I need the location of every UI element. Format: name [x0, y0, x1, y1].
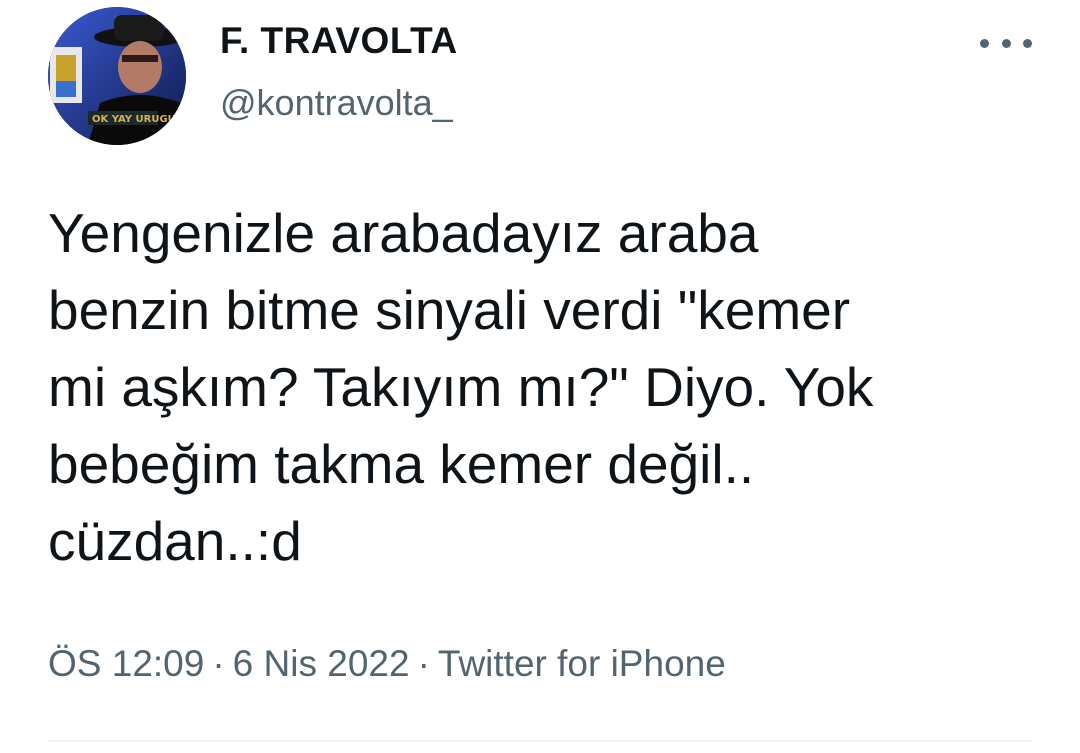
more-dots-icon	[1023, 38, 1032, 48]
avatar[interactable]: OK YAY URUGU	[48, 7, 186, 145]
tweet-text-line: mi aşkım? Takıyım mı?" Diyo. Yok	[48, 356, 874, 418]
tweet-text: Yengenizle arabadayız araba benzin bitme…	[48, 195, 1048, 580]
tweet-source-link[interactable]: Twitter for iPhone	[438, 643, 726, 684]
author-handle[interactable]: @kontravolta_	[220, 82, 453, 124]
meta-separator: ·	[212, 643, 225, 684]
svg-text:OK YAY URUGU: OK YAY URUGU	[92, 114, 176, 125]
tweet-date-link[interactable]: 6 Nis 2022	[233, 643, 410, 684]
tweet-time-link[interactable]: ÖS 12:09	[48, 643, 204, 684]
more-options-button[interactable]	[980, 28, 1032, 58]
tweet-text-line: Yengenizle arabadayız araba	[48, 202, 759, 264]
tweet-text-line: bebeğim takma kemer değil..	[48, 433, 755, 495]
meta-separator: ·	[417, 643, 430, 684]
avatar-image: OK YAY URUGU	[48, 7, 186, 145]
more-dots-icon	[1001, 38, 1011, 48]
divider	[48, 740, 1032, 742]
author-display-name[interactable]: F. TRAVOLTA	[220, 20, 458, 62]
more-dots-icon	[980, 38, 989, 48]
tweet: OK YAY URUGU F. TRAVOLTA @kontravolta_ Y…	[0, 0, 1080, 753]
tweet-meta: ÖS 12:09 · 6 Nis 2022 · Twitter for iPhone	[48, 643, 726, 685]
tweet-text-line: cüzdan..:d	[48, 510, 302, 572]
tweet-text-line: benzin bitme sinyali verdi "kemer	[48, 279, 851, 341]
